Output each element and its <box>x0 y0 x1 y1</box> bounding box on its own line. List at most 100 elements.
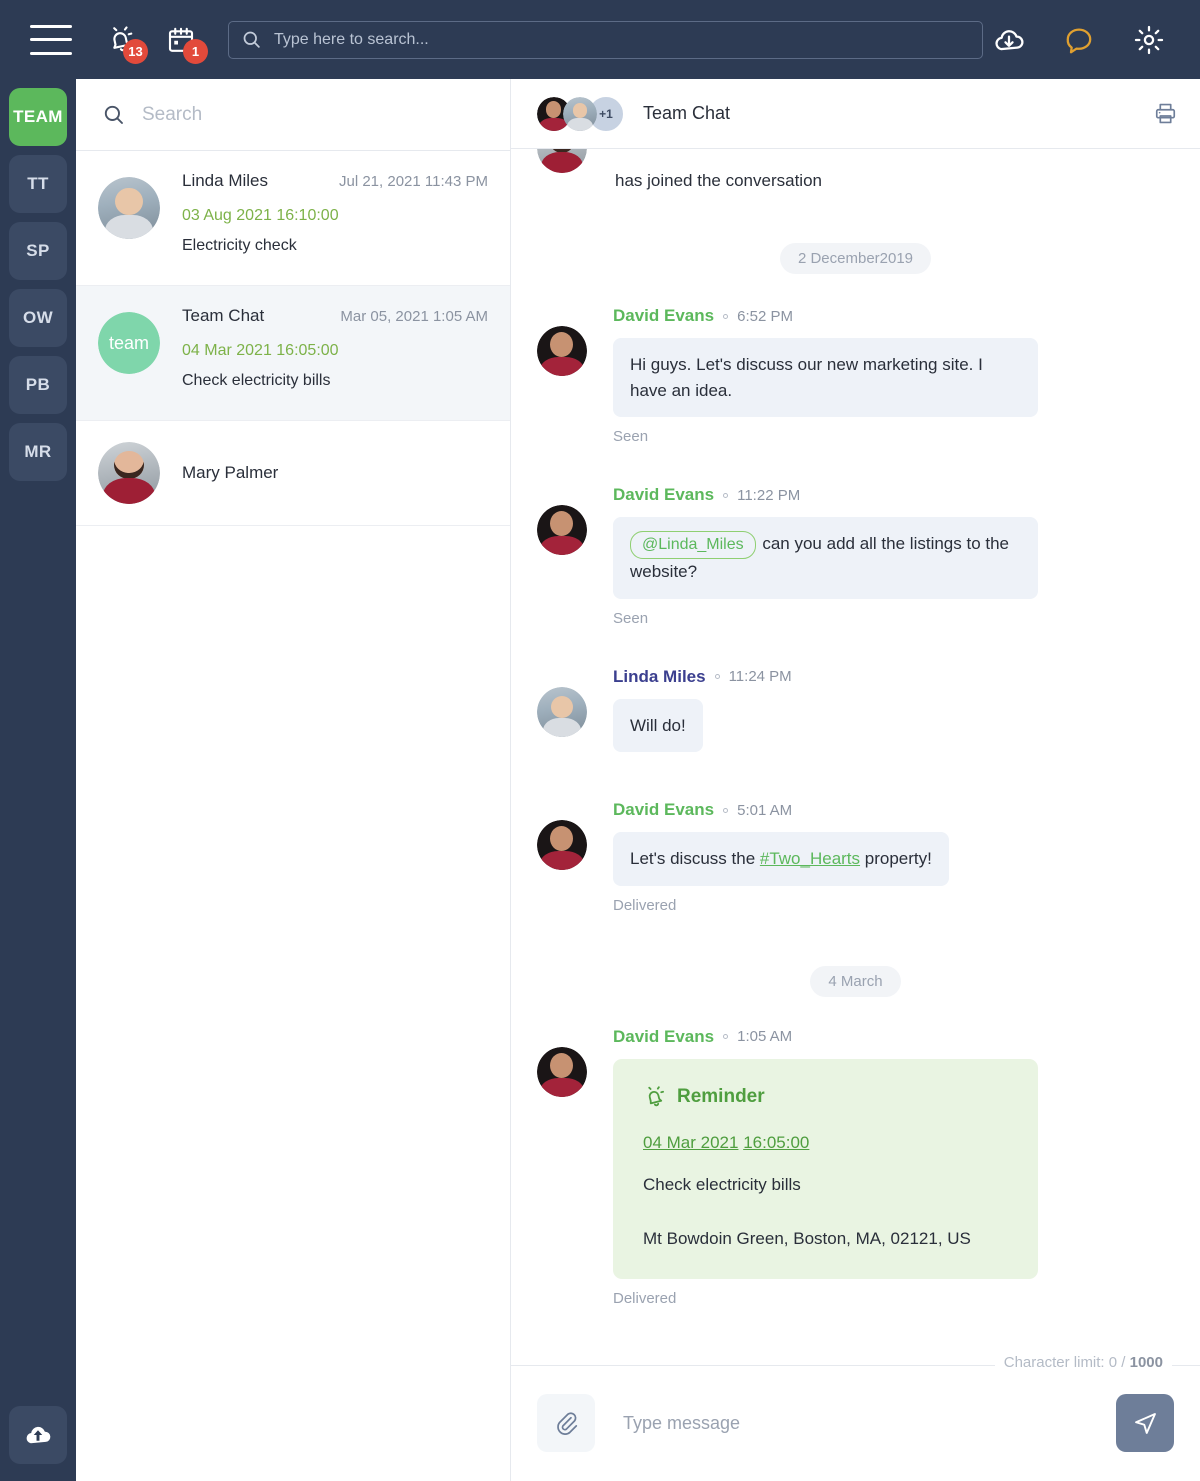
reminder-task: Check electricity bills <box>643 1174 801 1194</box>
reminder-datetime: 04 Mar 2021 16:05:00 <box>643 1133 1008 1153</box>
rail-item-team[interactable]: TEAM <box>9 88 67 146</box>
settings-button[interactable] <box>1126 17 1172 63</box>
conversation-row-linda-miles[interactable]: Linda Miles Jul 21, 2021 11:43 PM 03 Aug… <box>76 151 510 286</box>
attach-button[interactable] <box>537 1394 595 1452</box>
calendar-button[interactable]: 1 <box>158 17 208 64</box>
conversation-list-panel: Linda Miles Jul 21, 2021 11:43 PM 03 Aug… <box>76 79 511 1481</box>
rail-item-label: TEAM <box>13 107 63 126</box>
alarm-bell-icon <box>648 1085 664 1106</box>
conversation-name: Team Chat <box>182 306 265 325</box>
message-body: David Evans 5:01 AM Let's discuss the #T… <box>613 800 1174 914</box>
rail-item-pb[interactable]: PB <box>9 356 67 414</box>
message-body: David Evans 1:05 AM Reminder 04 Mar 2021… <box>613 1027 1174 1307</box>
avatar-photo-david <box>537 1046 587 1097</box>
message-input[interactable] <box>623 1412 1098 1434</box>
reminder-card[interactable]: Reminder 04 Mar 2021 16:05:00 Check elec… <box>613 1058 1038 1279</box>
avatar <box>537 820 587 870</box>
conversation-row-body: Mary Palmer <box>182 463 488 483</box>
rail-item-label: OW <box>22 308 54 327</box>
rail-item-sp[interactable]: SP <box>9 222 67 280</box>
messages-button[interactable] <box>1056 17 1102 63</box>
message-item: David Evans 6:52 PM Hi guys. Let's discu… <box>537 306 1174 445</box>
message-header: David Evans 1:05 AM <box>613 1027 1174 1047</box>
character-limit-label: Character limit: 0 / 1000 <box>994 1354 1172 1371</box>
message-item: David Evans 5:01 AM Let's discuss the #T… <box>537 800 1174 914</box>
message-author: David Evans <box>613 800 715 819</box>
print-button[interactable] <box>1153 101 1178 126</box>
message-time: 1:05 AM <box>737 1028 793 1045</box>
alerts-button[interactable]: 13 <box>98 17 148 64</box>
message-body: David Evans 6:52 PM Hi guys. Let's discu… <box>613 306 1174 445</box>
message-item-reminder: David Evans 1:05 AM Reminder 04 Mar 2021… <box>537 1027 1174 1307</box>
global-search-input[interactable] <box>274 30 970 49</box>
message-bubble: Hi guys. Let's discuss our new marketing… <box>613 338 1038 417</box>
cloud-upload-icon <box>26 1426 51 1444</box>
conversation-search[interactable] <box>76 79 510 151</box>
conversation-reminder-date: 03 Aug 2021 16:10:00 <box>182 207 339 224</box>
message-time: 11:24 PM <box>728 668 792 685</box>
reminder-header: Reminder <box>643 1085 1008 1109</box>
participant-avatar-stack[interactable]: +1 <box>535 94 625 133</box>
download-button[interactable] <box>986 17 1032 63</box>
message-composer: Character limit: 0 / 1000 <box>511 1354 1200 1481</box>
message-list[interactable]: has joined the conversation 2 December20… <box>511 149 1200 1365</box>
search-icon <box>241 29 262 50</box>
mention-chip[interactable]: @Linda_Miles <box>630 531 756 559</box>
message-status: Delivered <box>613 896 677 914</box>
avatar-photo-mary <box>537 149 587 173</box>
message-time: 6:52 PM <box>737 307 793 325</box>
conversation-search-input[interactable] <box>142 103 484 126</box>
message-item: David Evans 11:22 PM @Linda_Miles can yo… <box>537 485 1174 627</box>
chat-panel: +1 Team Chat has joined the conversation <box>511 79 1200 1481</box>
conversation-row-team-chat[interactable]: team Team Chat Mar 05, 2021 1:05 AM 04 M… <box>76 286 510 421</box>
message-header: David Evans 6:52 PM <box>613 306 1174 326</box>
avatar <box>537 686 587 737</box>
global-search-box[interactable] <box>228 20 983 59</box>
rail-item-label: MR <box>24 442 52 461</box>
alerts-count-badge: 13 <box>123 38 148 64</box>
search-icon <box>102 103 126 127</box>
character-limit-prefix: Character limit: 0 / <box>1003 1354 1130 1371</box>
upload-button[interactable] <box>9 1406 67 1464</box>
separator-dot-icon <box>723 313 729 319</box>
gear-icon <box>1134 25 1164 54</box>
rail-item-mr[interactable]: MR <box>9 423 67 481</box>
message-text-after: property! <box>860 849 932 868</box>
hamburger-menu-icon[interactable] <box>30 24 72 55</box>
conversation-row-mary-palmer[interactable]: Mary Palmer <box>76 421 510 526</box>
rail-item-tt[interactable]: TT <box>9 155 67 213</box>
message-body: Linda Miles 11:24 PM Will do! <box>613 667 1174 752</box>
reminder-address: Mt Bowdoin Green, Boston, MA, 02121, US <box>643 1228 971 1248</box>
message-item: Linda Miles 11:24 PM Will do! <box>537 667 1174 752</box>
message-author: David Evans <box>613 306 715 325</box>
app-root: 13 1 Type here to search... TEAM TT SP O… <box>0 0 1200 1481</box>
send-icon <box>1134 1412 1156 1434</box>
avatar <box>98 442 160 504</box>
send-button[interactable] <box>1116 1394 1174 1452</box>
avatar-photo-david <box>537 326 587 376</box>
character-limit-max: 1000 <box>1129 1354 1163 1371</box>
system-joined-notice: has joined the conversation <box>537 149 1174 191</box>
avatar-photo-linda <box>98 177 160 239</box>
conversation-row-body: Linda Miles Jul 21, 2021 11:43 PM 03 Aug… <box>182 171 488 265</box>
top-navigation-bar: 13 1 <box>0 0 1200 79</box>
rail-item-ow[interactable]: OW <box>9 289 67 347</box>
message-header: Linda Miles 11:24 PM <box>613 667 1174 687</box>
reminder-date[interactable]: 04 Mar 2021 <box>643 1133 738 1152</box>
cloud-download-icon <box>995 29 1024 50</box>
chat-title: Team Chat <box>643 103 731 123</box>
hashtag-link[interactable]: #Two_Hearts <box>760 849 860 868</box>
conversation-reminder-date: 04 Mar 2021 16:05:00 <box>182 342 339 359</box>
avatar-photo-david <box>537 820 587 870</box>
date-separator-march: 4 March <box>810 965 901 997</box>
left-rail: TEAM TT SP OW PB MR <box>0 79 76 1481</box>
reminder-clock[interactable]: 16:05:00 <box>743 1133 809 1152</box>
conversation-name: Mary Palmer <box>182 463 279 482</box>
conversation-name: Linda Miles <box>182 171 268 190</box>
avatar <box>537 1046 587 1097</box>
message-text-before: Let's discuss the <box>630 849 760 868</box>
avatar-photo-david <box>537 505 587 555</box>
composer-row <box>511 1365 1200 1481</box>
rail-item-label: PB <box>25 375 51 394</box>
date-separator-december: 2 December2019 <box>779 243 932 274</box>
